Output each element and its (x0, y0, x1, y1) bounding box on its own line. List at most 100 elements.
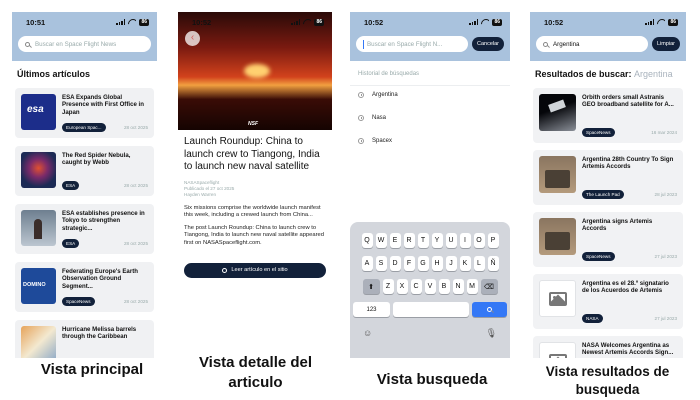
cancel-button[interactable]: Cancelar (471, 37, 504, 51)
shift-key-icon[interactable]: ⬆ (362, 279, 380, 294)
key-h[interactable]: H (431, 256, 443, 271)
signal-icon (116, 19, 126, 25)
key-l[interactable]: L (473, 256, 485, 271)
wifi-icon (128, 19, 136, 25)
key-d[interactable]: D (389, 256, 401, 271)
key-u[interactable]: U (445, 233, 457, 248)
result-date: 27 jul 2023 (654, 316, 677, 321)
search-input[interactable]: Argentina (536, 36, 648, 52)
article-hero-image: 10:52 86 ‹ NSF (178, 12, 332, 130)
status-bar: 10:52 86 (350, 12, 510, 32)
key-v[interactable]: V (424, 279, 436, 294)
search-input[interactable]: Buscar en Space Flight News (18, 36, 151, 52)
battery-icon: 86 (668, 18, 678, 26)
article-card[interactable]: The Red Spider Nebula, caught by Webb ES… (15, 146, 154, 196)
signal-icon (291, 19, 301, 25)
status-icons: 86 (291, 18, 324, 26)
article-card[interactable]: Hurricane Melissa barrels through the Ca… (15, 320, 154, 358)
search-icon (487, 307, 492, 312)
numbers-key[interactable]: 123 (353, 302, 390, 317)
search-key[interactable] (472, 302, 507, 317)
signal-icon (645, 19, 655, 25)
results-title: Resultados de buscar: Argentina (533, 61, 683, 88)
article-date: 28 oct 2025 (123, 125, 148, 130)
article-thumbnail: esa (21, 94, 56, 130)
status-time: 10:52 (544, 17, 564, 27)
search-icon (25, 41, 30, 47)
key-a[interactable]: A (361, 256, 373, 271)
read-on-site-label: Leer artículo en el sitio (231, 267, 288, 274)
key-y[interactable]: Y (431, 233, 443, 248)
key-x[interactable]: X (396, 279, 408, 294)
history-item-label: Spacex (372, 138, 393, 144)
key-k[interactable]: K (459, 256, 471, 271)
back-button[interactable]: ‹ (185, 31, 200, 46)
key-s[interactable]: S (375, 256, 387, 271)
history-item[interactable]: Spacex (350, 132, 510, 155)
caption-main: Vista principal (40, 361, 144, 378)
backspace-key-icon[interactable]: ⌫ (480, 279, 498, 294)
key-e[interactable]: E (389, 233, 401, 248)
search-query: Argentina (553, 40, 580, 48)
source-badge: ESA (62, 181, 80, 190)
article-card[interactable]: DOMINO Federating Europe's Earth Observa… (15, 262, 154, 312)
key-f[interactable]: F (403, 256, 415, 271)
key-ñ[interactable]: Ñ (487, 256, 499, 271)
clear-button[interactable]: Limpiar (651, 37, 680, 51)
key-q[interactable]: Q (361, 233, 373, 248)
clock-icon (358, 115, 364, 121)
search-view-screen: 10:52 86 Buscar en Space Flight N... Can… (350, 12, 510, 358)
result-card[interactable]: Orbith orders small Astranis GEO broadba… (533, 88, 683, 143)
source-badge: ESA (62, 239, 80, 248)
read-on-site-button[interactable]: Leer artículo en el sitio (184, 262, 326, 278)
source-badge: SpaceNews (62, 297, 95, 306)
key-i[interactable]: I (459, 233, 471, 248)
article-card[interactable]: ESA establishes presence in Tokyo to str… (15, 204, 154, 254)
status-bar: 10:52 86 (178, 12, 332, 32)
result-card[interactable]: Argentina es el 28.º signatario de los A… (533, 274, 683, 329)
source-badge: European Spac... (62, 123, 106, 132)
key-b[interactable]: B (438, 279, 450, 294)
key-z[interactable]: Z (382, 279, 394, 294)
keyboard: QWERTYUIOP ASDFGHJKLÑ ⬆ Z X C V B N M ⌫ 123 ☺ 🎙 (350, 222, 510, 358)
status-time: 10:52 (192, 17, 212, 27)
article-title: ESA Expands Global Presence with First O… (62, 94, 144, 116)
key-o[interactable]: O (473, 233, 485, 248)
key-r[interactable]: R (403, 233, 415, 248)
history-item[interactable]: Nasa (350, 109, 510, 132)
chevron-left-icon: ‹ (190, 32, 195, 43)
microphone-icon[interactable]: 🎙 (486, 328, 497, 339)
search-input[interactable]: Buscar en Space Flight N... (356, 36, 468, 52)
space-key[interactable] (393, 302, 469, 317)
article-title: Launch Roundup: China to launch crew to … (184, 136, 320, 172)
source-badge: SpaceNews (582, 252, 615, 261)
article-title: Hurricane Melissa barrels through the Ca… (62, 326, 137, 341)
source-badge: NASA (582, 314, 603, 323)
result-card[interactable]: NASA Welcomes Argentina as Newest Artemi… (533, 336, 683, 358)
article-body: The post Launch Roundup: China to launch… (184, 225, 324, 246)
emoji-icon[interactable]: ☺ (363, 328, 372, 339)
key-j[interactable]: J (445, 256, 457, 271)
key-m[interactable]: M (466, 279, 478, 294)
key-n[interactable]: N (452, 279, 464, 294)
battery-icon: 86 (139, 18, 149, 26)
wifi-icon (303, 19, 311, 25)
history-label: Historial de búsquedas (350, 61, 510, 86)
result-card[interactable]: Argentina signs Artemis Accords SpaceNew… (533, 212, 683, 267)
result-date: 27 jul 2023 (654, 254, 677, 259)
article-card[interactable]: esa ESA Expands Global Presence with Fir… (15, 88, 154, 138)
clock-icon (358, 92, 364, 98)
key-t[interactable]: T (417, 233, 429, 248)
key-c[interactable]: C (410, 279, 422, 294)
search-placeholder: Buscar en Space Flight N... (367, 40, 443, 48)
status-icons: 86 (116, 18, 149, 26)
result-card[interactable]: Argentina 28th Country To Sign Artemis A… (533, 150, 683, 205)
results-title-prefix: Resultados de buscar: (535, 69, 632, 79)
section-title: Últimos artículos (17, 69, 91, 79)
history-item[interactable]: Argentina (350, 86, 510, 109)
key-w[interactable]: W (375, 233, 387, 248)
key-g[interactable]: G (417, 256, 429, 271)
key-p[interactable]: P (487, 233, 499, 248)
text-cursor (363, 39, 364, 49)
results-view-screen: 10:52 86 Argentina Limpiar Resultados de… (530, 12, 686, 358)
